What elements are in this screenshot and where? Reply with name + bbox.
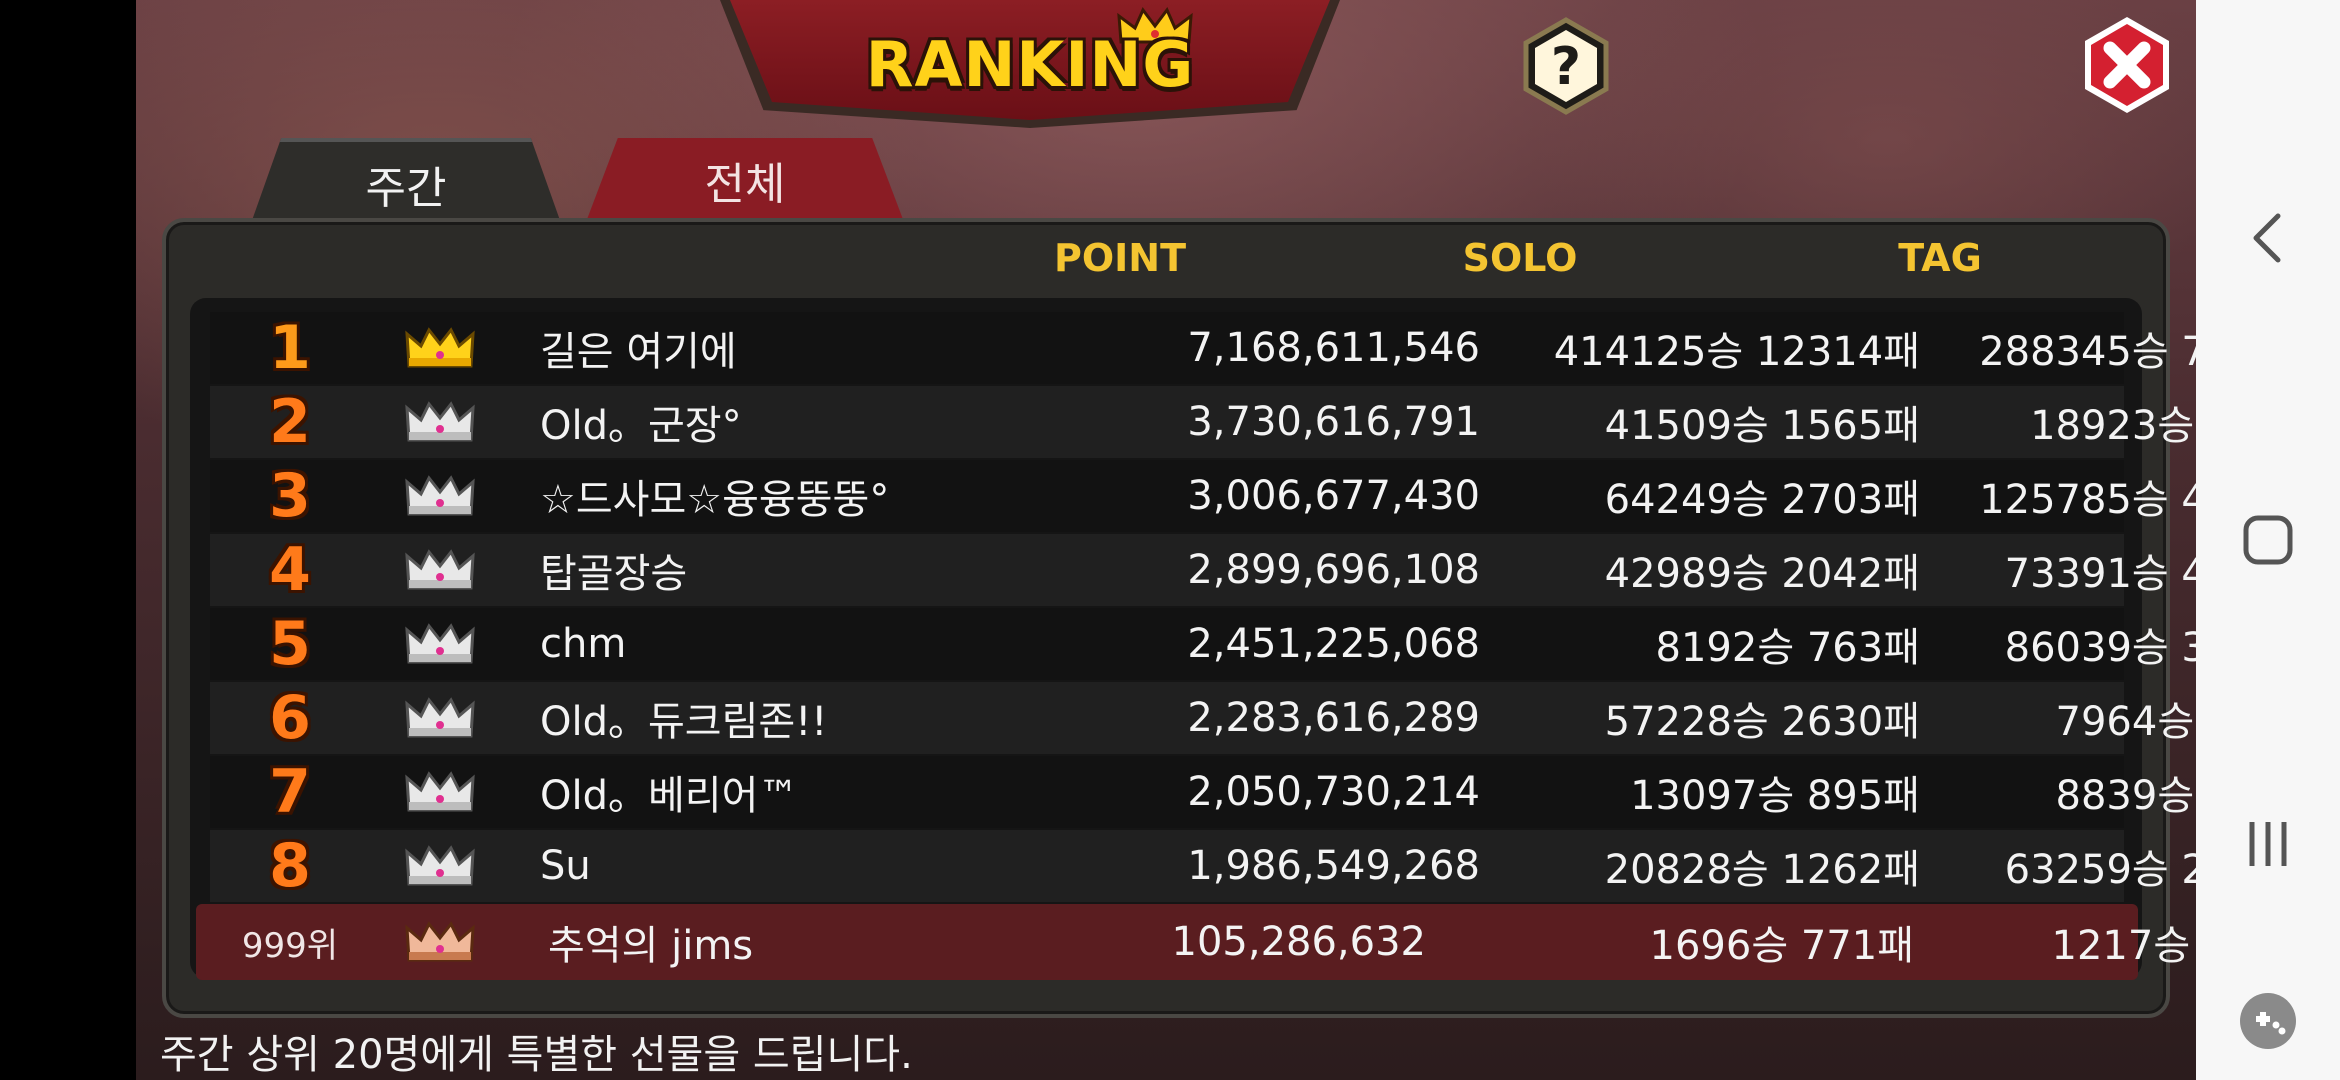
footer-note: 주간 상위 20명에게 특별한 선물을 드립니다. [160, 1032, 913, 1078]
recent-apps-icon [2249, 822, 2287, 866]
home-button[interactable] [2232, 504, 2304, 576]
silver-crown-icon [400, 682, 480, 754]
rank-number: 7 [269, 757, 311, 827]
column-header-tag: TAG [1898, 236, 1982, 280]
player-solo-record: 13097승 895패 [1630, 773, 1920, 819]
player-solo-record: 414125승 12314패 [1553, 329, 1920, 375]
recent-apps-button[interactable] [2232, 808, 2304, 880]
player-solo-record: 57228승 2630패 [1604, 699, 1920, 745]
rank-number: 4 [269, 535, 311, 605]
rank-number: 8 [269, 831, 311, 901]
close-button[interactable] [2076, 14, 2178, 116]
back-icon [2253, 213, 2281, 263]
silver-crown-icon [400, 534, 480, 606]
game-controller-icon [2240, 993, 2296, 1049]
tab-weekly[interactable]: 주간 [250, 138, 562, 226]
player-point: 2,050,730,214 [1187, 769, 1480, 815]
tab-all[interactable]: 전체 [586, 138, 904, 222]
my-rank: 999위 [241, 925, 339, 966]
ranking-row-4[interactable]: 4 탑골장승 2,899,696,108 42989승 2042패 73391승… [210, 534, 2320, 606]
player-point: 3,730,616,791 [1187, 399, 1480, 445]
my-solo-record: 1696승 771패 [1649, 923, 1914, 969]
player-solo-record: 41509승 1565패 [1604, 403, 1920, 449]
column-header-solo: SOLO [1462, 236, 1578, 280]
player-solo-record: 42989승 2042패 [1604, 551, 1920, 597]
player-solo-record: 8192승 763패 [1655, 625, 1920, 671]
rank-number: 6 [269, 683, 311, 753]
ranking-row-5[interactable]: 5 chm 2,451,225,068 8192승 763패 86039승 38… [210, 608, 2320, 680]
ranking-row-6[interactable]: 6 Old。듀크림존!! 2,283,616,289 57228승 2630패 … [210, 682, 2320, 754]
ranking-title: RANKING [865, 28, 1195, 101]
player-point: 3,006,677,430 [1187, 473, 1480, 519]
player-solo-record: 20828승 1262패 [1604, 847, 1920, 893]
gold-crown-icon [400, 312, 480, 384]
player-point: 2,283,616,289 [1187, 695, 1480, 741]
left-black-bar [0, 0, 136, 1080]
rank-number: 3 [269, 461, 311, 531]
silver-crown-icon [400, 460, 480, 532]
ranking-row-3[interactable]: 3 ☆드사모☆융융뚱뚱° 3,006,677,430 64249승 2703패 … [210, 460, 2320, 532]
my-ranking-row[interactable]: 999위 추억의 jims 105,286,632 1696승 771패 121… [196, 904, 2316, 980]
ranking-row-8[interactable]: 8 Su 1,986,549,268 20828승 1262패 63259승 2… [210, 830, 2320, 902]
bronze-crown-icon [400, 904, 480, 980]
help-button[interactable]: ? [1516, 16, 1616, 116]
ranking-row-1[interactable]: 1 길은 여기에 7,168,611,546 414125승 12314패 28… [210, 312, 2320, 384]
ranking-row-7[interactable]: 7 Old。베리어™ 2,050,730,214 13097승 895패 883… [210, 756, 2320, 828]
home-icon [2243, 515, 2293, 565]
my-player-point: 105,286,632 [1171, 919, 1426, 965]
rank-number: 5 [269, 609, 311, 679]
player-point: 2,899,696,108 [1187, 547, 1480, 593]
question-icon: ? [1551, 37, 1581, 97]
ranking-row-2[interactable]: 2 Old。군장° 3,730,616,791 41509승 1565패 189… [210, 386, 2320, 458]
player-point: 7,168,611,546 [1187, 325, 1480, 371]
game-tools-button[interactable] [2232, 985, 2304, 1057]
rank-number: 2 [269, 387, 311, 457]
column-header-point: POINT [1053, 236, 1187, 280]
player-point: 1,986,549,268 [1187, 843, 1480, 889]
rank-number: 1 [269, 313, 311, 383]
silver-crown-icon [400, 756, 480, 828]
player-point: 2,451,225,068 [1187, 621, 1480, 667]
silver-crown-icon [400, 386, 480, 458]
back-button[interactable] [2232, 202, 2304, 274]
player-solo-record: 64249승 2703패 [1604, 477, 1920, 523]
silver-crown-icon [400, 830, 480, 902]
silver-crown-icon [400, 608, 480, 680]
